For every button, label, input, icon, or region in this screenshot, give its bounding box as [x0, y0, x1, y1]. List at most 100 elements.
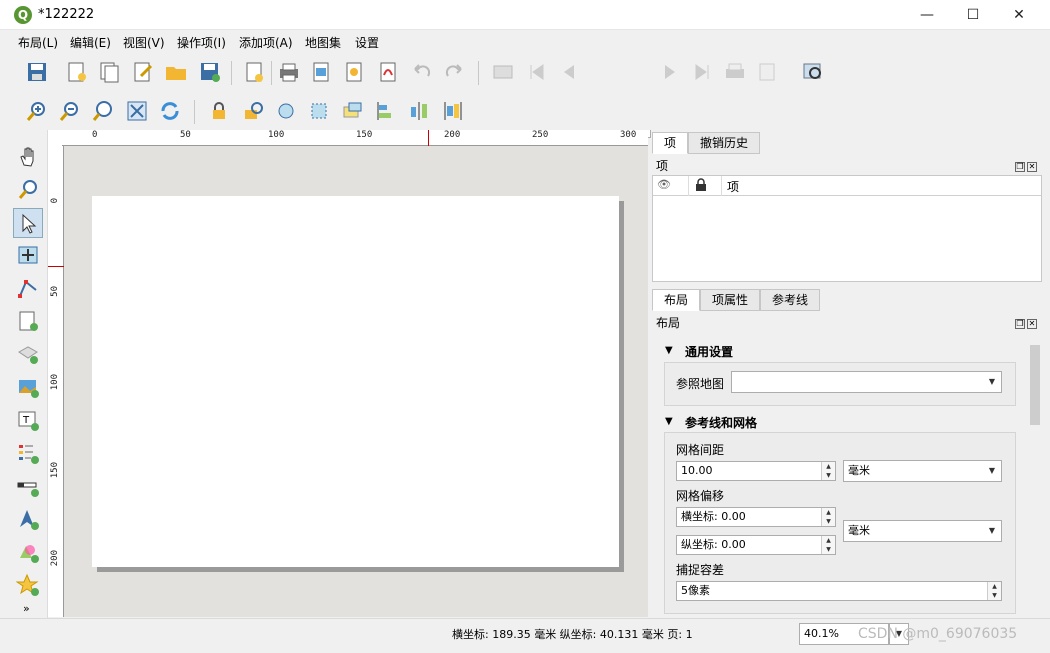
collapse-triangle-icon[interactable]: ▼ [665, 416, 673, 427]
add-map-icon[interactable] [15, 308, 41, 334]
save-icon[interactable] [24, 59, 50, 85]
layout-page[interactable] [92, 196, 619, 567]
previous-feature-icon[interactable] [557, 59, 583, 85]
tab-layout[interactable]: 布局 [652, 289, 700, 311]
reference-map-select[interactable]: ▼ [731, 371, 1002, 393]
tab-items[interactable]: 项 [652, 132, 688, 154]
ruler-cursor-marker [428, 130, 429, 146]
grid-spacing-unit-select[interactable]: 毫米 ▼ [843, 460, 1002, 482]
svg-text:T: T [22, 415, 30, 426]
float-icon[interactable]: ❐ [1015, 319, 1025, 329]
move-content-icon[interactable] [15, 242, 41, 268]
layout-manager-icon[interactable] [130, 59, 156, 85]
tab-undo-history[interactable]: 撤销历史 [688, 132, 760, 154]
zoom-level-value: 40.1% [804, 627, 839, 640]
spin-arrows-icon[interactable]: ▲ ▼ [821, 462, 835, 480]
close-icon[interactable]: ✕ [1027, 319, 1037, 329]
print-icon[interactable] [276, 59, 302, 85]
group-items-icon[interactable] [273, 98, 299, 124]
add-shape-icon[interactable] [15, 539, 41, 565]
ruler-label: 100 [268, 130, 285, 140]
items-dock-buttons[interactable]: ❐ ✕ [1015, 158, 1039, 172]
add-label-icon[interactable]: T [15, 407, 41, 433]
menu-layout[interactable]: 布局(L) [18, 34, 58, 51]
refresh-icon[interactable] [157, 98, 183, 124]
menu-edit[interactable]: 编辑(E) [70, 34, 111, 51]
duplicate-layout-icon[interactable] [97, 59, 123, 85]
panel-scrollbar-thumb[interactable] [1030, 345, 1040, 425]
export-image-icon[interactable] [309, 59, 335, 85]
export-atlas-icon[interactable] [755, 59, 781, 85]
print-atlas-icon[interactable] [722, 59, 748, 85]
menu-settings[interactable]: 设置 [355, 34, 379, 51]
select-move-icon[interactable] [13, 208, 43, 238]
align-items-icon[interactable] [373, 98, 399, 124]
spin-arrows-icon[interactable]: ▲ ▼ [987, 582, 1001, 600]
menu-items[interactable]: 操作项(I) [177, 34, 226, 51]
general-settings-header[interactable]: 通用设置 [685, 343, 733, 360]
zoom-in-icon[interactable] [24, 98, 50, 124]
ruler-label: 150 [50, 462, 60, 479]
unlock-items-icon[interactable] [240, 98, 266, 124]
open-folder-icon[interactable] [163, 59, 189, 85]
zoom-out-icon[interactable] [57, 98, 83, 124]
grid-spacing-field[interactable]: 10.00 ▲ ▼ [676, 461, 836, 481]
new-layout-icon[interactable] [64, 59, 90, 85]
distribute-items-icon[interactable] [406, 98, 432, 124]
more-tools-chevron-icon[interactable]: » [23, 602, 30, 615]
add-marker-icon[interactable] [15, 572, 41, 598]
zoom-actual-icon[interactable] [90, 98, 116, 124]
layout-dock-buttons[interactable]: ❐ ✕ [1015, 315, 1039, 329]
spin-arrows-icon[interactable]: ▲ ▼ [821, 508, 835, 526]
grid-offset-y-field[interactable]: 纵坐标: 0.00 ▲ ▼ [676, 535, 836, 555]
zoom-full-icon[interactable] [124, 98, 150, 124]
edit-nodes-icon[interactable] [15, 275, 41, 301]
save-as-template-icon[interactable] [197, 59, 223, 85]
items-column-header: 项 [727, 180, 740, 194]
float-icon[interactable]: ❐ [1015, 162, 1025, 172]
export-pdf-icon[interactable] [376, 59, 402, 85]
guides-grid-header[interactable]: 参考线和网格 [685, 414, 757, 431]
spin-arrows-icon[interactable]: ▲ ▼ [821, 536, 835, 554]
redo-icon[interactable] [441, 59, 467, 85]
add-3d-map-icon[interactable] [15, 341, 41, 367]
ruler-label: 150 [356, 130, 373, 140]
close-icon[interactable]: ✕ [1027, 162, 1037, 172]
maximize-button[interactable]: ☐ [950, 0, 996, 30]
items-list[interactable]: 👁 项 [652, 175, 1042, 282]
atlas-settings-icon[interactable] [800, 59, 826, 85]
zoom-tool-icon[interactable] [15, 176, 41, 202]
snap-tolerance-value: 5像素 [681, 584, 710, 597]
snap-tolerance-field[interactable]: 5像素 ▲ ▼ [676, 581, 1002, 601]
add-pages-icon[interactable] [241, 59, 267, 85]
menu-view[interactable]: 视图(V) [123, 34, 165, 51]
atlas-preview-icon[interactable] [490, 59, 516, 85]
first-feature-icon[interactable] [524, 59, 550, 85]
collapse-triangle-icon[interactable]: ▼ [665, 345, 673, 356]
add-north-arrow-icon[interactable] [15, 506, 41, 532]
menu-add-item[interactable]: 添加项(A) [239, 34, 293, 51]
grid-offset-unit-select[interactable]: 毫米 ▼ [843, 520, 1002, 542]
tab-guides[interactable]: 参考线 [760, 289, 820, 311]
ruler-label: 0 [50, 198, 60, 204]
add-legend-icon[interactable] [15, 440, 41, 466]
column-divider [688, 176, 689, 196]
menu-atlas[interactable]: 地图集 [305, 34, 341, 51]
tab-item-properties[interactable]: 项属性 [700, 289, 760, 311]
last-feature-icon[interactable] [689, 59, 715, 85]
undo-icon[interactable] [409, 59, 435, 85]
resize-items-icon[interactable] [440, 98, 466, 124]
minimize-button[interactable]: — [904, 0, 950, 30]
grid-offset-x-field[interactable]: 横坐标: 0.00 ▲ ▼ [676, 507, 836, 527]
raise-items-icon[interactable] [340, 98, 366, 124]
column-divider [721, 176, 722, 196]
export-svg-icon[interactable] [342, 59, 368, 85]
pan-hand-icon[interactable] [15, 144, 41, 170]
ungroup-items-icon[interactable] [306, 98, 332, 124]
close-button[interactable]: ✕ [996, 0, 1042, 30]
add-scalebar-icon[interactable] [15, 473, 41, 499]
next-feature-icon[interactable] [656, 59, 682, 85]
lock-items-icon[interactable] [206, 98, 232, 124]
grid-spacing-value: 10.00 [681, 464, 713, 477]
add-picture-icon[interactable] [15, 374, 41, 400]
